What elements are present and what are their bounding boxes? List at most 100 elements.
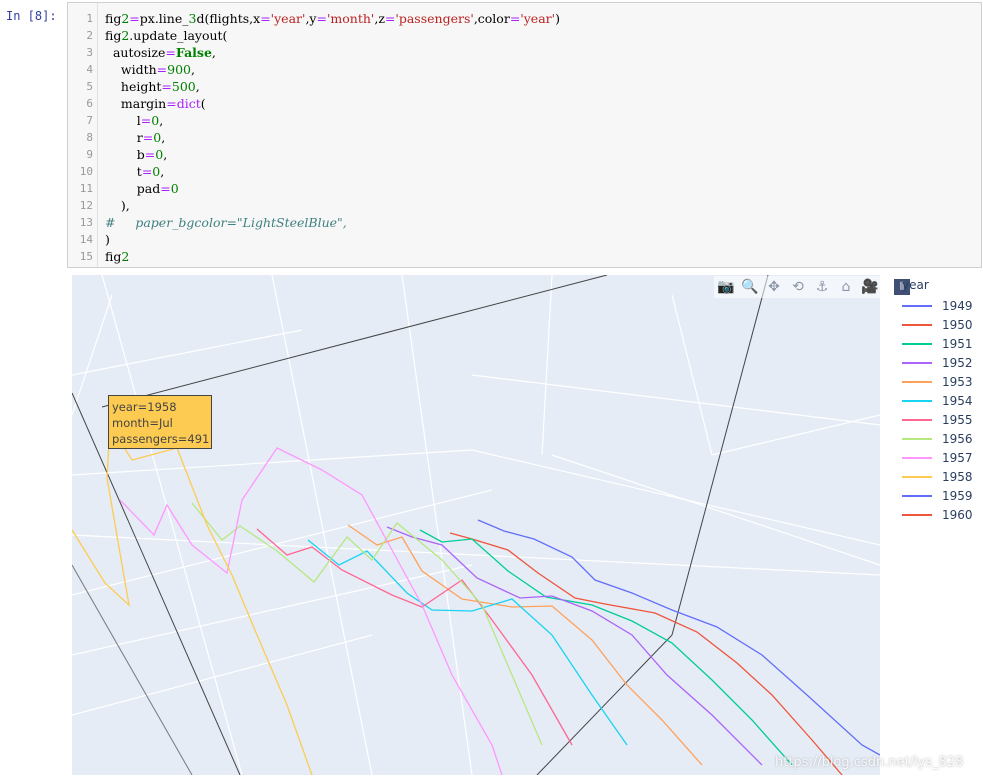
legend-label: 1951 (942, 336, 973, 351)
video-camera-icon[interactable]: 🎥 (858, 276, 882, 298)
legend-label: 1959 (942, 488, 973, 503)
legend-swatch (902, 437, 932, 440)
line-number: 12 (79, 199, 93, 212)
line-number: 13 (79, 216, 93, 229)
series-line-1953[interactable] (347, 524, 703, 766)
orbit-rotation-icon[interactable]: ⟲ (786, 276, 810, 298)
camera-icon[interactable]: 📷 (714, 276, 738, 298)
line-number: 6 (86, 97, 93, 110)
line-number: 5 (86, 80, 93, 93)
legend-label: 1952 (942, 355, 973, 370)
modebar: 📷 🔍 ✥ ⟲ ⚓ ⌂ 🎥 ⫼ (714, 276, 910, 298)
legend-label: 1958 (942, 469, 973, 484)
series-line-1955[interactable] (256, 528, 573, 746)
legend-item-1960[interactable]: 1960 (896, 505, 983, 524)
code-text: width=900, (105, 62, 195, 77)
axis-line (671, 275, 769, 636)
scene-grid (72, 275, 880, 775)
legend-label: 1956 (942, 431, 973, 446)
reset-camera-icon[interactable]: ⌂ (834, 276, 858, 298)
series-line-1952[interactable] (386, 526, 763, 766)
axis-line (72, 564, 193, 775)
series-line-1960[interactable] (449, 532, 843, 775)
series-line-1956[interactable] (191, 502, 543, 746)
legend-item-1953[interactable]: 1953 (896, 372, 983, 391)
code-text: autosize=False, (105, 45, 216, 60)
tooltip-year: year=1958 (112, 400, 177, 414)
grid-line (72, 489, 493, 596)
grid-line (471, 449, 880, 546)
legend-item-1956[interactable]: 1956 (896, 429, 983, 448)
legend-item-1950[interactable]: 1950 (896, 315, 983, 334)
grid-line (401, 275, 473, 775)
series-line-1959[interactable] (477, 519, 880, 756)
legend-item-1954[interactable]: 1954 (896, 391, 983, 410)
axis-frame (72, 275, 769, 775)
series-line-1954[interactable] (307, 539, 628, 746)
legend-swatch (902, 418, 932, 421)
code-text: height=500, (105, 79, 200, 94)
code-text: b=0, (105, 147, 168, 162)
hover-tooltip: year=1958 month=Jul passengers=491 (108, 395, 212, 449)
legend-title: year (902, 278, 929, 292)
code-text: fig2=px.line_3d(flights,x='year',y='mont… (105, 11, 560, 26)
code-text: pad=0 (105, 181, 179, 196)
axis-line (101, 275, 608, 408)
legend-swatch (902, 494, 932, 497)
legend: year 1949 1950 1951 1952 1953 1954 1955 1956 195… (896, 278, 983, 524)
plot-area[interactable] (72, 275, 880, 775)
turntable-rotation-icon[interactable]: ⚓ (810, 276, 834, 298)
code-text: ) (105, 232, 110, 247)
code-cell[interactable]: 1 fig2=px.line_3d(flights,x='year',y='mon… (67, 2, 982, 268)
code-text: fig2 (105, 249, 130, 264)
line-number: 4 (86, 63, 93, 76)
notebook-page: In [8]: 1 fig2=px.line_3d(flights,x='year… (0, 0, 983, 782)
grid-line (72, 329, 303, 376)
zoom-icon[interactable]: 🔍 (738, 276, 762, 298)
code-text: l=0, (105, 113, 164, 128)
series-line-1951[interactable] (419, 529, 793, 766)
legend-swatch (902, 304, 932, 307)
code-text: r=0, (105, 130, 166, 145)
tooltip-month: month=Jul (112, 416, 173, 430)
line-number: 7 (86, 114, 93, 127)
grid-line (72, 534, 880, 576)
legend-item-1955[interactable]: 1955 (896, 410, 983, 429)
line-number: 1 (86, 12, 93, 25)
legend-label: 1957 (942, 450, 973, 465)
scene-3d[interactable] (72, 275, 880, 775)
grid-line (711, 414, 880, 456)
grid-line (101, 275, 243, 775)
axis-line (72, 392, 241, 775)
legend-item-1957[interactable]: 1957 (896, 448, 983, 467)
legend-swatch (902, 456, 932, 459)
legend-swatch (902, 399, 932, 402)
line-number: 3 (86, 46, 93, 59)
line-number: 10 (79, 165, 93, 178)
legend-item-1951[interactable]: 1951 (896, 334, 983, 353)
legend-swatch (902, 380, 932, 383)
code-text: # paper_bgcolor="LightSteelBlue", (105, 215, 347, 230)
code-text: margin=dict( (105, 96, 206, 111)
legend-item-1952[interactable]: 1952 (896, 353, 983, 372)
legend-label: 1960 (942, 507, 973, 522)
legend-label: 1954 (942, 393, 973, 408)
grid-line (541, 275, 553, 456)
legend-item-1958[interactable]: 1958 (896, 467, 983, 486)
legend-item-1959[interactable]: 1959 (896, 486, 983, 505)
legend-swatch (902, 513, 932, 516)
pan-icon[interactable]: ✥ (762, 276, 786, 298)
grid-line (72, 564, 473, 656)
series-line-1958[interactable] (72, 422, 313, 775)
legend-items: 1949 1950 1951 1952 1953 1954 1955 1956 1957 1958… (896, 296, 983, 524)
legend-label: 1950 (942, 317, 973, 332)
line-number: 15 (79, 250, 93, 263)
grid-line (72, 294, 113, 416)
legend-swatch (902, 361, 932, 364)
series-line-1957[interactable] (119, 447, 503, 775)
legend-item-1949[interactable]: 1949 (896, 296, 983, 315)
code-text: ), (105, 198, 130, 213)
grid-line (671, 294, 713, 456)
cell-prompt: In [8]: (6, 9, 57, 23)
line-number: 14 (79, 233, 93, 246)
